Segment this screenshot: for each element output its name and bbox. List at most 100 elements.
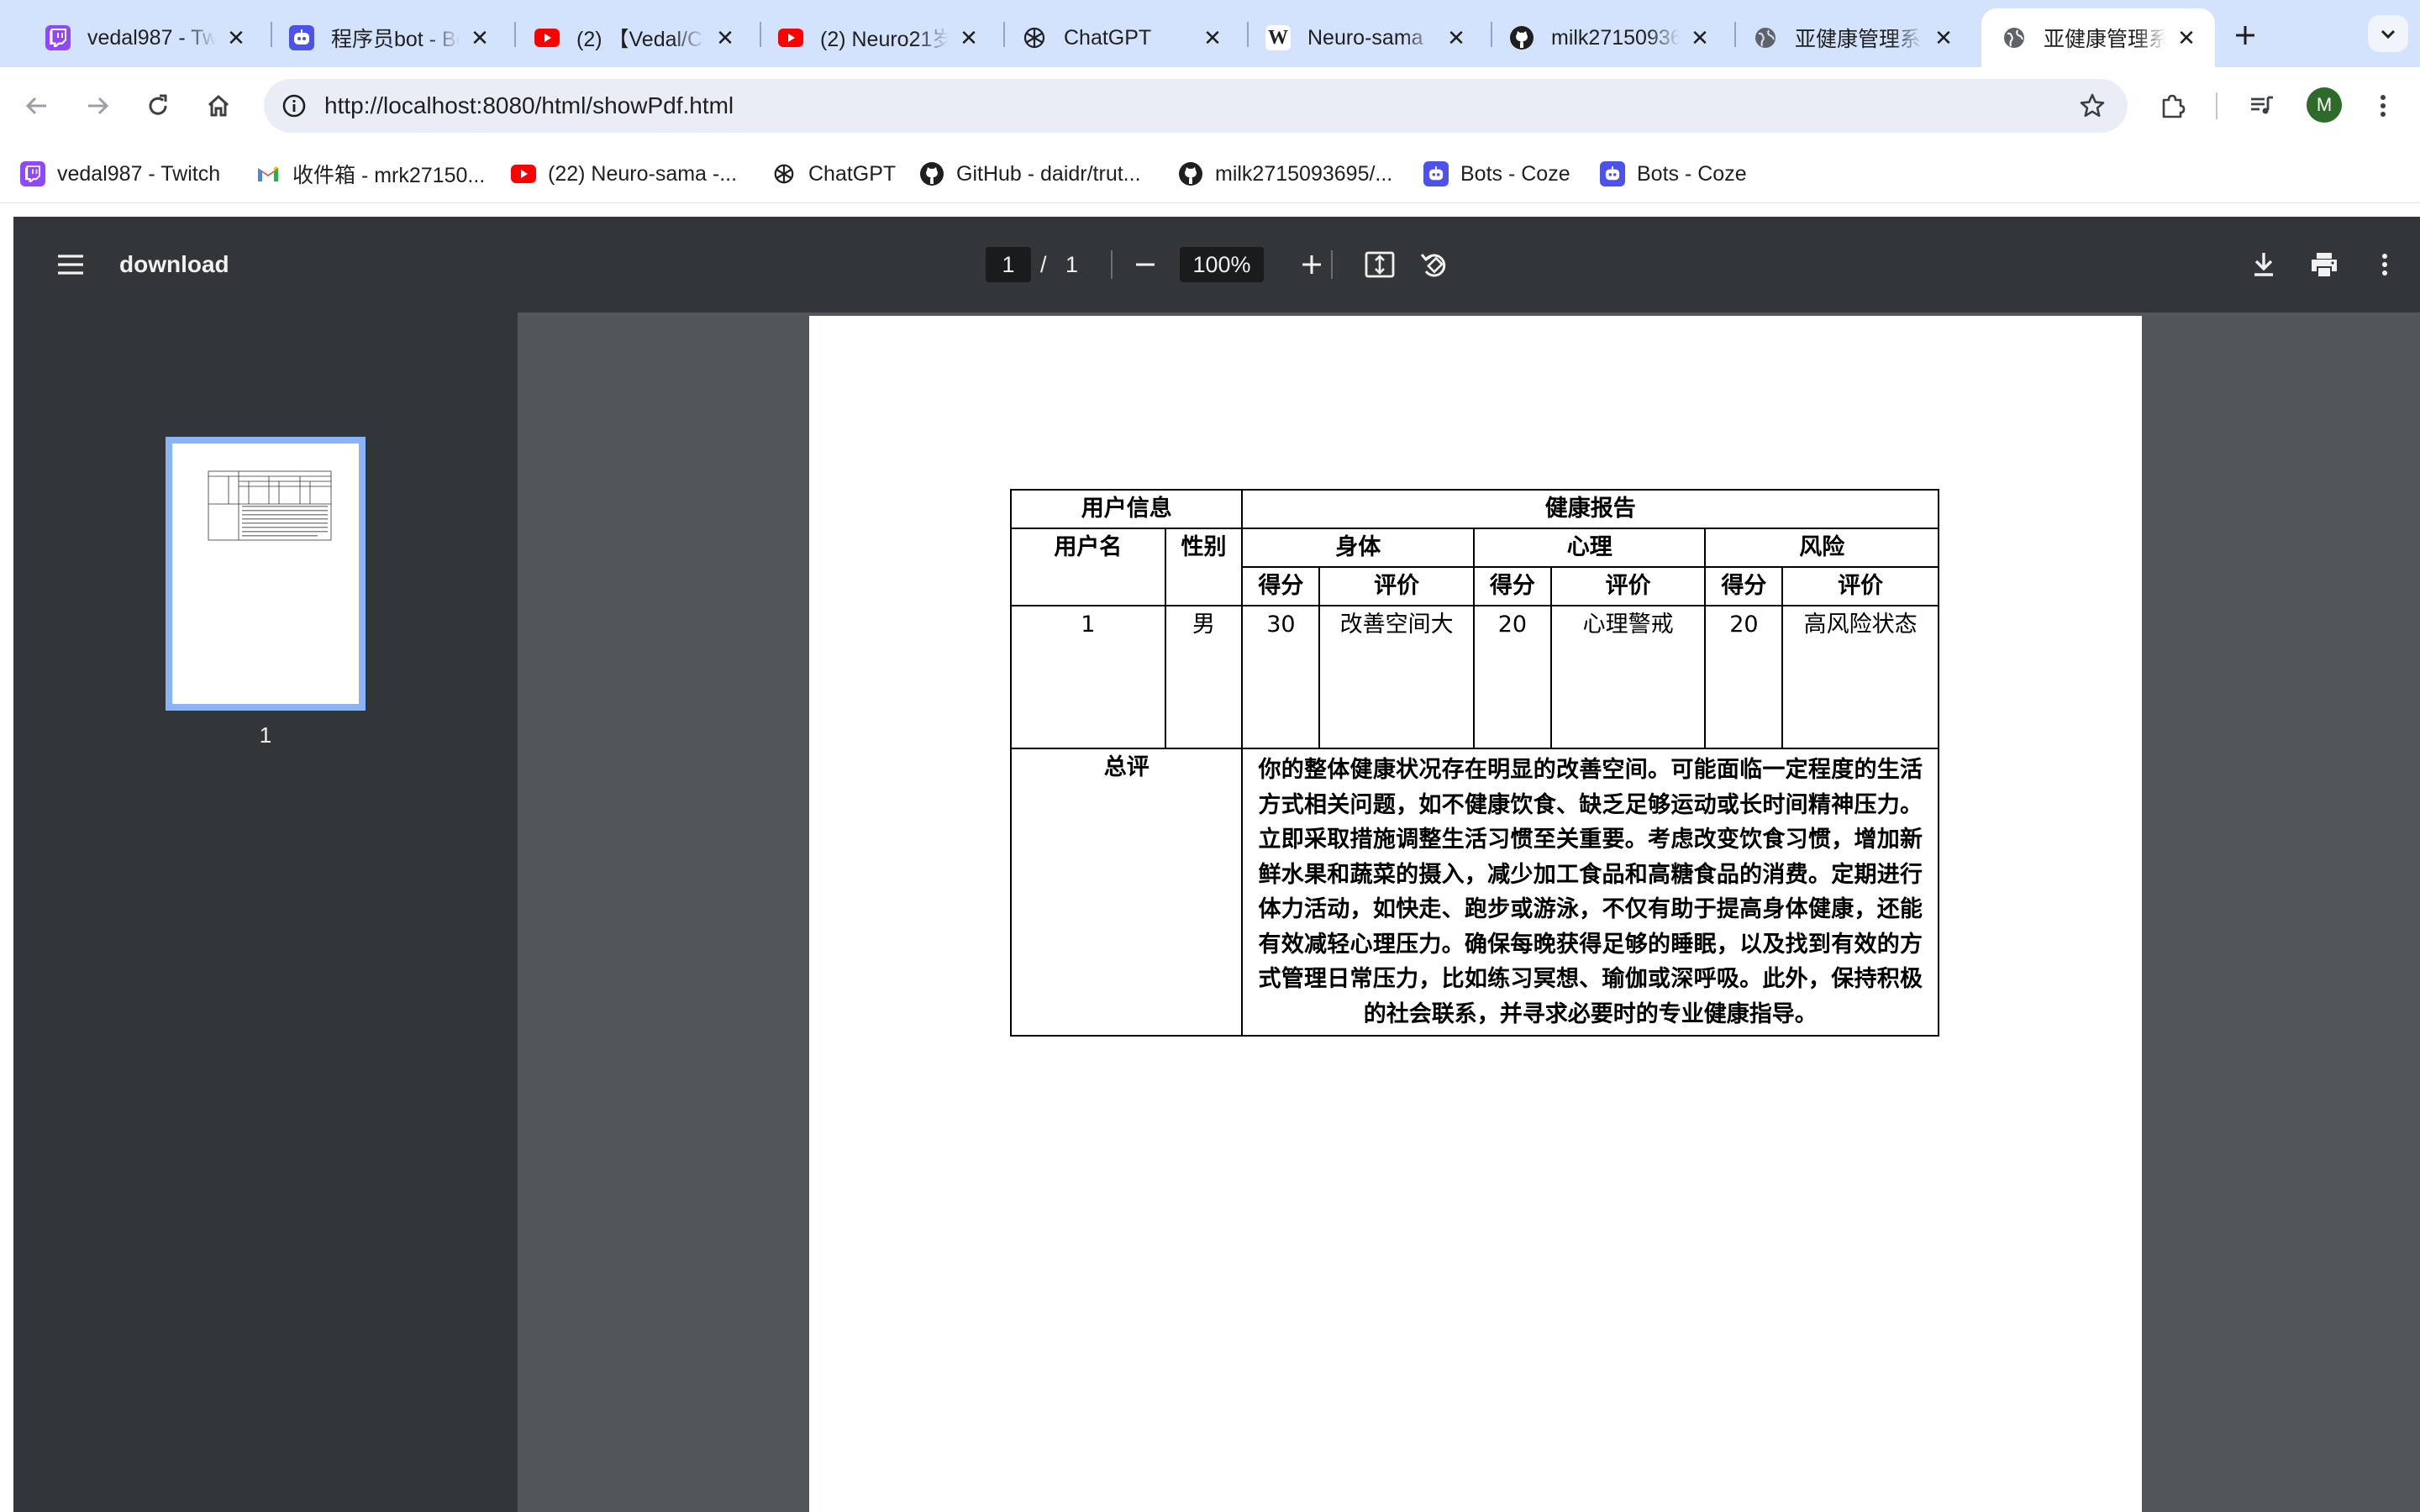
arrow-right-icon xyxy=(88,97,109,115)
home-button[interactable] xyxy=(198,86,239,126)
reload-icon xyxy=(149,94,167,115)
bookmark-item[interactable]: Bots - Coze xyxy=(1423,156,1570,192)
info-icon[interactable] xyxy=(276,87,313,124)
bookmark-item[interactable]: vedal987 - Twitch xyxy=(20,156,220,192)
back-button[interactable] xyxy=(17,86,57,126)
gender-cell: 男 xyxy=(1164,605,1244,749)
summary-cell: 你的整体健康状况存在明显的改善空间。可能面临一定程度的生活方式相关问题，如不健康… xyxy=(1241,748,1939,1037)
page-thumbnail-preview xyxy=(172,444,359,704)
username-header: 用户名 xyxy=(1010,528,1166,606)
close-icon[interactable]: ✕ xyxy=(955,24,982,51)
user-info-header: 用户信息 xyxy=(1009,489,1244,529)
health-report-header: 健康报告 xyxy=(1241,489,1939,529)
wikipedia-icon: W xyxy=(1265,25,1291,50)
menu-icon xyxy=(58,255,83,275)
download-icon xyxy=(2254,253,2273,276)
url-text[interactable]: http://localhost:8080/html/showPdf.html xyxy=(324,79,734,133)
address-bar[interactable]: http://localhost:8080/html/showPdf.html xyxy=(264,79,2128,133)
tab-youtube-vedal[interactable]: (2) 【Vedal/Cover】 ✕ xyxy=(514,8,754,67)
body-eval-header: 评价 xyxy=(1318,566,1475,606)
tab-health-system-active[interactable]: 亚健康管理系统 ✕ xyxy=(1981,8,2215,67)
gmail-icon xyxy=(255,161,281,186)
queue-music-icon xyxy=(2251,96,2273,114)
bookmark-label: milk2715093695/... xyxy=(1215,161,1393,186)
tab-coze-bot[interactable]: 程序员bot - Bots ✕ xyxy=(269,8,508,67)
download-button[interactable] xyxy=(2244,244,2284,285)
tab-title: ChatGPT xyxy=(1064,25,1152,50)
browser-menu-button[interactable] xyxy=(2363,86,2403,126)
page-thumbnail[interactable] xyxy=(166,437,366,711)
bookmark-label: (22) Neuro-sama -... xyxy=(548,161,738,186)
risk-eval-cell: 高风险状态 xyxy=(1781,605,1939,749)
new-tab-button[interactable] xyxy=(2227,17,2264,54)
bookmark-label: GitHub - daidr/trut... xyxy=(956,161,1141,186)
twitch-icon xyxy=(20,161,45,186)
extensions-button[interactable] xyxy=(2153,86,2193,126)
openai-icon xyxy=(1022,25,1047,50)
zoom-out-button[interactable] xyxy=(1125,244,1165,285)
bookmark-item[interactable]: (22) Neuro-sama -... xyxy=(511,156,737,192)
tab-title: 程序员bot - Bots xyxy=(331,28,460,51)
reload-button[interactable] xyxy=(138,86,178,126)
avatar[interactable]: M xyxy=(2307,87,2342,123)
health-report-table: 用户信息 健康报告 用户名 性别 身体 心理 风险 得分 评价 得分 评价 得分… xyxy=(1009,489,1939,1037)
body-eval-cell: 改善空间大 xyxy=(1318,605,1475,749)
close-icon[interactable]: ✕ xyxy=(712,24,739,51)
risk-header: 风险 xyxy=(1704,528,1939,568)
zoom-in-button[interactable] xyxy=(1292,244,1332,285)
risk-eval-header: 评价 xyxy=(1781,566,1939,606)
tab-title: (2) Neuro21岁 xyxy=(820,28,949,51)
youtube-icon xyxy=(511,161,536,186)
print-button[interactable] xyxy=(2304,244,2344,285)
summary-text: 你的整体健康状况存在明显的改善空间。可能面临一定程度的生活方式相关问题，如不健康… xyxy=(1258,757,1923,1027)
tab-title: (2) 【Vedal/Cover】 xyxy=(576,28,705,51)
fit-to-page-button[interactable] xyxy=(1360,244,1400,285)
bookmark-item[interactable]: GitHub - daidr/trut... xyxy=(919,156,1141,192)
coze-icon xyxy=(1423,161,1449,186)
tab-twitch[interactable]: vedal987 - Twitch ✕ xyxy=(25,8,265,67)
body-header: 身体 xyxy=(1241,528,1475,568)
rotate-button[interactable] xyxy=(1413,244,1454,285)
close-icon[interactable]: ✕ xyxy=(223,24,250,51)
tab-wikipedia[interactable]: W Neuro-sama ✕ xyxy=(1245,8,1485,67)
youtube-icon xyxy=(534,25,560,50)
tab-search-button[interactable] xyxy=(2368,15,2408,52)
close-icon[interactable]: ✕ xyxy=(1930,24,1957,51)
tab-github[interactable]: milk2715093695 ✕ xyxy=(1489,8,1728,67)
close-icon[interactable]: ✕ xyxy=(1443,24,1470,51)
close-icon[interactable]: ✕ xyxy=(1686,24,1713,51)
zoom-level-input[interactable]: 100% xyxy=(1180,247,1264,282)
sidebar-toggle-button[interactable] xyxy=(50,244,91,285)
github-icon xyxy=(1178,161,1203,186)
bookmarks-bar: vedal987 - Twitch 收件箱 - mrk27150... (22)… xyxy=(0,144,2420,203)
page-number-input[interactable]: 1 xyxy=(986,247,1031,282)
bookmark-item[interactable]: ChatGPT xyxy=(771,156,896,192)
forward-button[interactable] xyxy=(77,86,118,126)
tab-health-system[interactable]: 亚健康管理系统 ✕ xyxy=(1733,8,1972,67)
plus-icon xyxy=(1302,255,1321,274)
coze-icon xyxy=(289,25,314,50)
github-icon xyxy=(919,161,944,186)
bookmark-item[interactable]: Bots - Coze xyxy=(1600,156,1747,192)
close-icon[interactable]: ✕ xyxy=(466,24,493,51)
username-cell: 1 xyxy=(1010,605,1166,749)
close-icon[interactable]: ✕ xyxy=(1199,24,1226,51)
bookmark-item[interactable]: milk2715093695/... xyxy=(1178,156,1392,192)
twitch-icon xyxy=(45,25,71,50)
bookmark-star-icon[interactable] xyxy=(2074,87,2111,124)
tab-title: 亚健康管理系统 xyxy=(2044,28,2166,51)
tab-chatgpt[interactable]: ChatGPT ✕ xyxy=(1002,8,1241,67)
media-control-button[interactable] xyxy=(2242,86,2282,126)
bookmark-item[interactable]: 收件箱 - mrk27150... xyxy=(255,156,485,192)
tab-youtube-neuro[interactable]: (2) Neuro21岁 ✕ xyxy=(758,8,997,67)
risk-score-header: 得分 xyxy=(1704,566,1784,606)
printer-icon xyxy=(2312,253,2337,276)
body-score-cell: 30 xyxy=(1241,605,1321,749)
summary-label: 总评 xyxy=(1009,748,1244,1037)
pdf-more-button[interactable] xyxy=(2365,244,2405,285)
close-icon[interactable]: ✕ xyxy=(2173,24,2200,51)
pdf-toolbar: download 1 / 1 100% xyxy=(13,217,2420,312)
tab-title: milk2715093695 xyxy=(1551,25,1680,50)
coze-icon xyxy=(1600,161,1625,186)
bookmark-label: Bots - Coze xyxy=(1637,161,1747,186)
